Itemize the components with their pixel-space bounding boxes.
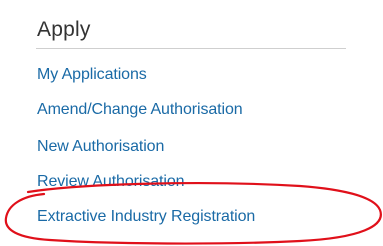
nav-link-extractive-industry-registration[interactable]: Extractive Industry Registration bbox=[37, 208, 255, 226]
nav-link-amend-change-authorisation[interactable]: Amend/Change Authorisation bbox=[37, 101, 243, 119]
heading-divider bbox=[36, 48, 346, 49]
section-heading: Apply bbox=[37, 18, 91, 41]
nav-link-my-applications[interactable]: My Applications bbox=[37, 66, 147, 84]
nav-link-new-authorisation[interactable]: New Authorisation bbox=[37, 138, 164, 156]
nav-link-review-authorisation[interactable]: Review Authorisation bbox=[37, 173, 185, 191]
